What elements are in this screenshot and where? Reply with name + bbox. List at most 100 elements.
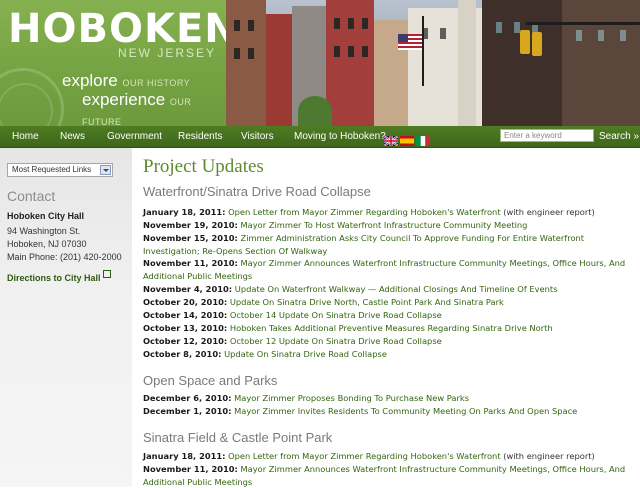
list-item: October 14, 2010: October 14 Update On S… [143, 309, 635, 322]
search-button[interactable]: Search » [599, 131, 639, 142]
window [496, 22, 502, 33]
item-date: October 8, 2010: [143, 349, 222, 359]
nav-item-moving[interactable]: Moving to Hoboken? [294, 131, 386, 142]
list-item: October 8, 2010: Update On Sinatra Drive… [143, 348, 635, 361]
site-logo-title[interactable]: HOBOKEN [8, 7, 226, 51]
window [598, 30, 604, 41]
list-item: November 4, 2010: Update On Waterfront W… [143, 283, 635, 296]
list-item: December 1, 2010: Mayor Zimmer Invites R… [143, 405, 635, 418]
most-requested-links-select[interactable]: Most Requested Links [7, 163, 113, 177]
brand-panel: HOBOKEN NEW JERSEY explore OUR HISTORY e… [0, 0, 226, 126]
nav-item-visitors[interactable]: Visitors [241, 131, 274, 142]
building-dark-brick [482, 0, 562, 126]
nav-item-news[interactable]: News [60, 131, 85, 142]
address-line-2: Hoboken, NJ 07030 [7, 239, 87, 249]
window [334, 46, 340, 57]
nav-item-government[interactable]: Government [107, 131, 162, 142]
list-item: January 18, 2011: Open Letter from Mayor… [143, 206, 635, 219]
window [362, 46, 368, 57]
nav-item-residents[interactable]: Residents [178, 131, 222, 142]
building-clock-tower [458, 0, 476, 126]
window [440, 28, 446, 39]
building-right-brown [562, 0, 640, 126]
traffic-light-icon [520, 30, 530, 54]
item-link[interactable]: October 14 Update On Sinatra Drive Road … [230, 310, 442, 320]
list-item: November 15, 2010: Zimmer Administration… [143, 232, 635, 257]
search-input[interactable]: Enter a keyword [500, 129, 594, 142]
window [234, 48, 240, 59]
item-link[interactable]: Mayor Zimmer Invites Residents To Commun… [234, 406, 577, 416]
item-date: November 15, 2010: [143, 233, 238, 243]
item-link[interactable]: Open Letter from Mayor Zimmer Regarding … [228, 451, 500, 461]
window [362, 18, 368, 29]
item-link[interactable]: Update On Sinatra Drive North, Castle Po… [230, 297, 504, 307]
item-note: (with engineer report) [503, 207, 595, 217]
item-link[interactable]: Hoboken Takes Additional Preventive Meas… [230, 323, 553, 333]
building-brownstone [226, 0, 266, 126]
italy-flag-icon[interactable] [416, 131, 430, 146]
site-logo-state: NEW JERSEY [117, 46, 216, 60]
address-line-1: 94 Washington St. [7, 226, 81, 236]
item-link[interactable]: Update On Sinatra Drive Road Collapse [224, 349, 387, 359]
section-heading-waterfront: Waterfront/Sinatra Drive Road Collapse [143, 184, 371, 199]
list-item: November 11, 2010: Mayor Zimmer Announce… [143, 463, 635, 488]
directions-link[interactable]: Directions to City Hall [7, 270, 111, 283]
item-link[interactable]: Mayor Zimmer To Host Waterfront Infrastr… [241, 220, 528, 230]
window [234, 20, 240, 31]
tagline-explore: explore OUR HISTORY [62, 71, 190, 91]
nav-item-home[interactable]: Home [12, 131, 39, 142]
window [348, 46, 354, 57]
item-date: November 19, 2010: [143, 220, 238, 230]
item-date: October 12, 2010: [143, 336, 228, 346]
list-item: January 18, 2011: Open Letter from Mayor… [143, 450, 635, 463]
item-link[interactable]: October 12 Update On Sinatra Drive Road … [230, 336, 442, 346]
flag-pole [422, 16, 424, 86]
window [620, 30, 626, 41]
section-heading-sinatra-field: Sinatra Field & Castle Point Park [143, 430, 333, 445]
list-item: November 11, 2010: Mayor Zimmer Announce… [143, 257, 635, 282]
site-header: HOBOKEN NEW JERSEY explore OUR HISTORY e… [0, 0, 640, 126]
chevron-down-icon[interactable] [100, 165, 111, 175]
window [248, 20, 254, 31]
section-heading-open-space: Open Space and Parks [143, 373, 278, 388]
uk-flag-icon[interactable] [383, 131, 399, 147]
traffic-light-icon [532, 32, 542, 56]
window [348, 18, 354, 29]
contact-heading: Contact [7, 188, 56, 204]
select-value: Most Requested Links [12, 165, 92, 174]
external-link-icon [102, 270, 111, 278]
list-item: October 13, 2010: Hoboken Takes Addition… [143, 322, 635, 335]
item-link[interactable]: Update On Waterfront Walkway — Additiona… [235, 284, 558, 294]
item-date: January 18, 2011: [143, 451, 226, 461]
building-brick-red [266, 14, 292, 126]
list-item: December 6, 2010: Mayor Zimmer Proposes … [143, 392, 635, 405]
spain-flag-icon[interactable] [400, 131, 414, 146]
window [334, 18, 340, 29]
item-date: October 20, 2010: [143, 297, 228, 307]
item-date: October 14, 2010: [143, 310, 228, 320]
header-photo-street [226, 0, 640, 126]
tagline-explore-word: explore [62, 71, 118, 90]
tagline-experience-word: experience [82, 90, 166, 109]
item-date: November 11, 2010: [143, 258, 238, 268]
item-note: (with engineer report) [503, 451, 595, 461]
tagline-experience: experience OUR FUTURE [82, 90, 226, 126]
main-nav: Home News Government Residents Visitors … [0, 126, 640, 148]
item-date: October 13, 2010: [143, 323, 228, 333]
item-date: November 11, 2010: [143, 464, 238, 474]
list-item: November 19, 2010: Mayor Zimmer To Host … [143, 219, 635, 232]
main-phone: Main Phone: (201) 420-2000 [7, 252, 122, 262]
us-flag-icon [398, 34, 422, 50]
item-link[interactable]: Mayor Zimmer Proposes Bonding To Purchas… [234, 393, 469, 403]
city-seal-icon [0, 68, 64, 126]
sidebar: Most Requested Links Contact Hoboken Cit… [0, 148, 132, 487]
item-link[interactable]: Open Letter from Mayor Zimmer Regarding … [228, 207, 500, 217]
traffic-pole [526, 22, 640, 25]
window [248, 48, 254, 59]
tree-icon [298, 96, 332, 126]
main-content: Project Updates Waterfront/Sinatra Drive… [143, 148, 640, 487]
window [576, 30, 582, 41]
item-date: December 1, 2010: [143, 406, 232, 416]
item-date: November 4, 2010: [143, 284, 233, 294]
tagline-explore-sub: OUR HISTORY [122, 78, 191, 88]
